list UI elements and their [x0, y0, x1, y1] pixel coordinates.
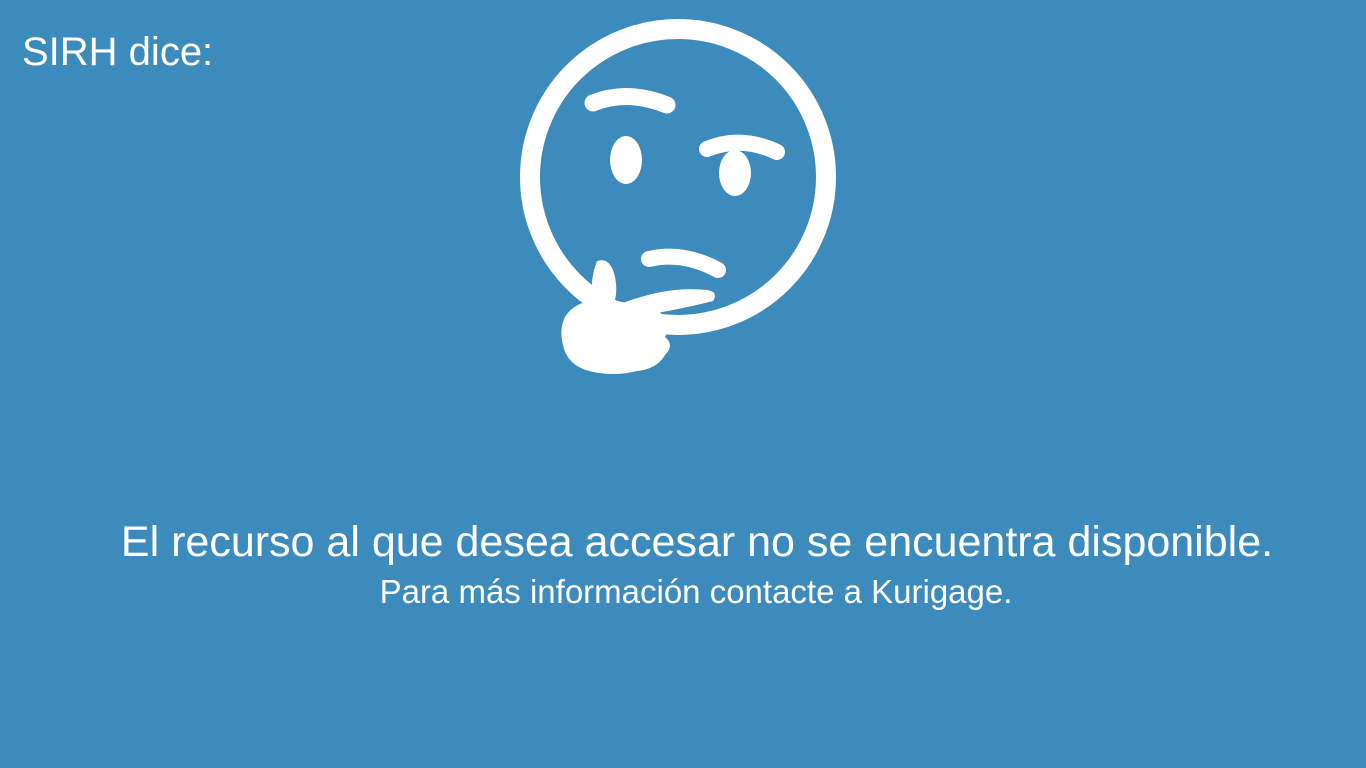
contact-info-message: Para más información contacte a Kurigage…	[379, 573, 1013, 610]
page-title: SIRH dice:	[22, 30, 214, 74]
error-page: SIRH dice: El recurso al que desea acces…	[0, 0, 1366, 768]
thinking-face-icon	[515, 15, 845, 385]
error-message: El recurso al que desea accesar no se en…	[120, 518, 1274, 566]
